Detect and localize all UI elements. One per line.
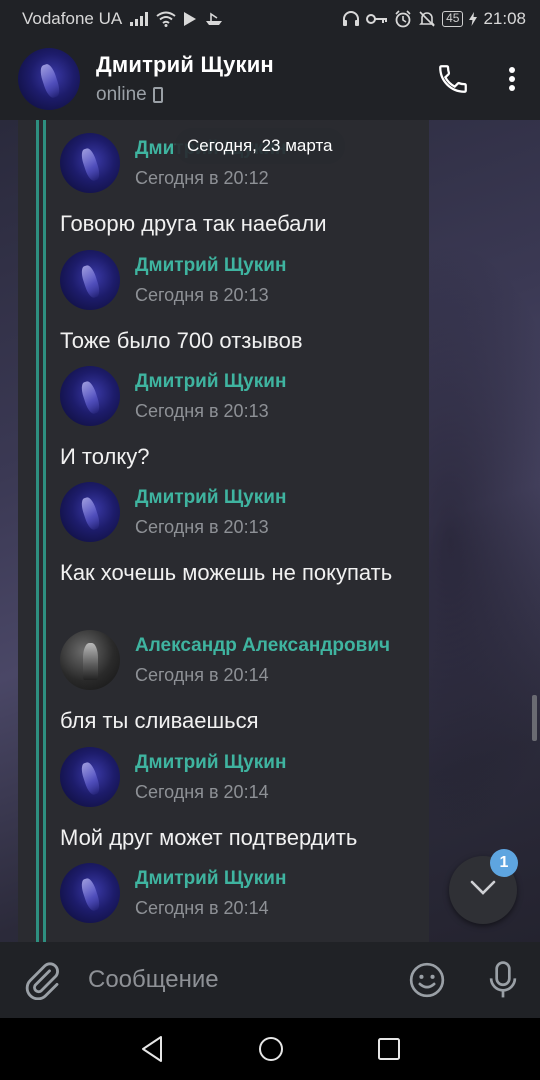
status-left: Vodafone UA — [22, 9, 224, 29]
message-composer — [0, 942, 540, 1018]
signal-icon — [130, 12, 149, 26]
author-avatar[interactable] — [60, 863, 120, 923]
contact-avatar[interactable] — [18, 48, 80, 110]
message-time: Сегодня в 20:13 — [135, 284, 269, 305]
message-text: Говорю друга так наебали — [60, 211, 327, 236]
message-time: Сегодня в 20:14 — [135, 897, 269, 918]
author-avatar[interactable] — [60, 133, 120, 193]
author-avatar[interactable] — [60, 366, 120, 426]
mute-icon — [418, 10, 436, 28]
chat-header: Дмитрий Щукин online — [0, 38, 540, 120]
mobile-device-icon — [152, 87, 163, 103]
scrollbar-thumb[interactable] — [532, 695, 537, 741]
phone-call-icon[interactable] — [436, 62, 470, 96]
message-time: Сегодня в 20:14 — [135, 664, 269, 685]
clock: 21:08 — [483, 9, 526, 28]
message-text: И толку? — [60, 444, 150, 469]
quote-bar-inner — [43, 120, 46, 942]
message-author[interactable]: Александр Александрович — [135, 635, 390, 657]
contact-name: Дмитрий Щукин — [96, 52, 274, 77]
chat-area[interactable]: Дмитрий Щукин Сегодня в 20:12 Говорю дру… — [0, 120, 540, 942]
author-avatar[interactable] — [60, 250, 120, 310]
header-actions — [436, 62, 540, 96]
message-meta: Дмитрий Щукин Сегодня в 20:13 — [135, 487, 286, 538]
microphone-icon[interactable] — [486, 961, 520, 999]
message-author[interactable]: Дмитрий Щукин — [135, 868, 286, 890]
status-right: 45 21:08 — [342, 9, 526, 29]
message-author[interactable]: Дмитрий Щукин — [135, 371, 286, 393]
message-time: Сегодня в 20:13 — [135, 400, 269, 421]
contact-info[interactable]: Дмитрий Щукин online — [96, 52, 274, 106]
author-avatar[interactable] — [60, 482, 120, 542]
message-header: Дмитрий Щукин Сегодня в 20:13 — [60, 249, 420, 311]
forwarded-message: Дмитрий Щукин Сегодня в 20:13 И толку? — [60, 365, 420, 472]
date-chip: Сегодня, 23 марта — [175, 128, 345, 164]
message-meta: Дмитрий Щукин Сегодня в 20:14 — [135, 868, 286, 919]
message-header: Дмитрий Щукин Сегодня в 20:14 — [60, 746, 420, 808]
alarm-icon — [394, 10, 412, 28]
forwarded-message: Дмитрий Щукин Сегодня в 20:14 — [60, 862, 420, 924]
unread-count-badge: 1 — [490, 849, 518, 877]
message-author[interactable]: Дмитрий Щукин — [135, 752, 286, 774]
message-header: Дмитрий Щукин Сегодня в 20:13 — [60, 365, 420, 427]
message-time: Сегодня в 20:12 — [135, 167, 269, 188]
quote-bar-outer — [36, 120, 39, 942]
headset-icon — [342, 11, 360, 27]
key-icon — [366, 13, 388, 25]
nav-back-icon[interactable] — [139, 1035, 165, 1063]
carrier-name: Vodafone UA — [22, 9, 123, 28]
nav-home-icon[interactable] — [257, 1035, 285, 1063]
message-time: Сегодня в 20:14 — [135, 781, 269, 802]
message-meta: Дмитрий Щукин Сегодня в 20:13 — [135, 255, 286, 306]
message-time: Сегодня в 20:13 — [135, 516, 269, 537]
author-avatar[interactable] — [60, 630, 120, 690]
charging-icon — [469, 12, 478, 26]
message-meta: Александр Александрович Сегодня в 20:14 — [135, 635, 390, 686]
message-header: Дмитрий Щукин Сегодня в 20:13 — [60, 481, 420, 543]
system-nav-bar — [0, 1018, 540, 1080]
message-author[interactable]: Дмитрий Щукин — [135, 487, 286, 509]
chevron-down-icon — [470, 880, 496, 901]
attach-icon[interactable] — [22, 960, 62, 1000]
composer-actions — [408, 961, 520, 999]
message-author[interactable]: Дмитрий Щукин — [135, 255, 286, 277]
message-input[interactable] — [88, 960, 398, 1000]
status-text: online — [96, 84, 147, 105]
message-text: бля ты сливаешься — [60, 708, 259, 733]
contact-status: online — [96, 84, 274, 106]
message-meta: Дмитрий Щукин Сегодня в 20:14 — [135, 752, 286, 803]
emoji-icon[interactable] — [408, 961, 446, 999]
boat-icon — [204, 12, 224, 26]
message-text: Как хочешь можешь не покупать — [60, 560, 393, 585]
wifi-icon — [156, 11, 176, 27]
message-header: Дмитрий Щукин Сегодня в 20:14 — [60, 862, 420, 924]
forwarded-message: Дмитрий Щукин Сегодня в 20:13 Как хочешь… — [60, 481, 420, 588]
forwarded-message: Александр Александрович Сегодня в 20:14 … — [60, 629, 420, 736]
message-header: Александр Александрович Сегодня в 20:14 — [60, 629, 420, 691]
message-meta: Дмитрий Щукин Сегодня в 20:13 — [135, 371, 286, 422]
battery-level: 45 — [442, 11, 464, 27]
message-text: Тоже было 700 отзывов — [60, 328, 303, 353]
more-vert-icon[interactable] — [508, 66, 516, 92]
author-avatar[interactable] — [60, 747, 120, 807]
nav-recents-icon[interactable] — [377, 1037, 401, 1061]
forwarded-message: Дмитрий Щукин Сегодня в 20:14 Мой друг м… — [60, 746, 420, 853]
play-icon — [184, 12, 197, 26]
status-bar: Vodafone UA 45 21:08 — [0, 0, 540, 38]
message-text: Мой друг может подтвердить — [60, 825, 358, 850]
forwarded-message: Дмитрий Щукин Сегодня в 20:13 Тоже было … — [60, 249, 420, 356]
